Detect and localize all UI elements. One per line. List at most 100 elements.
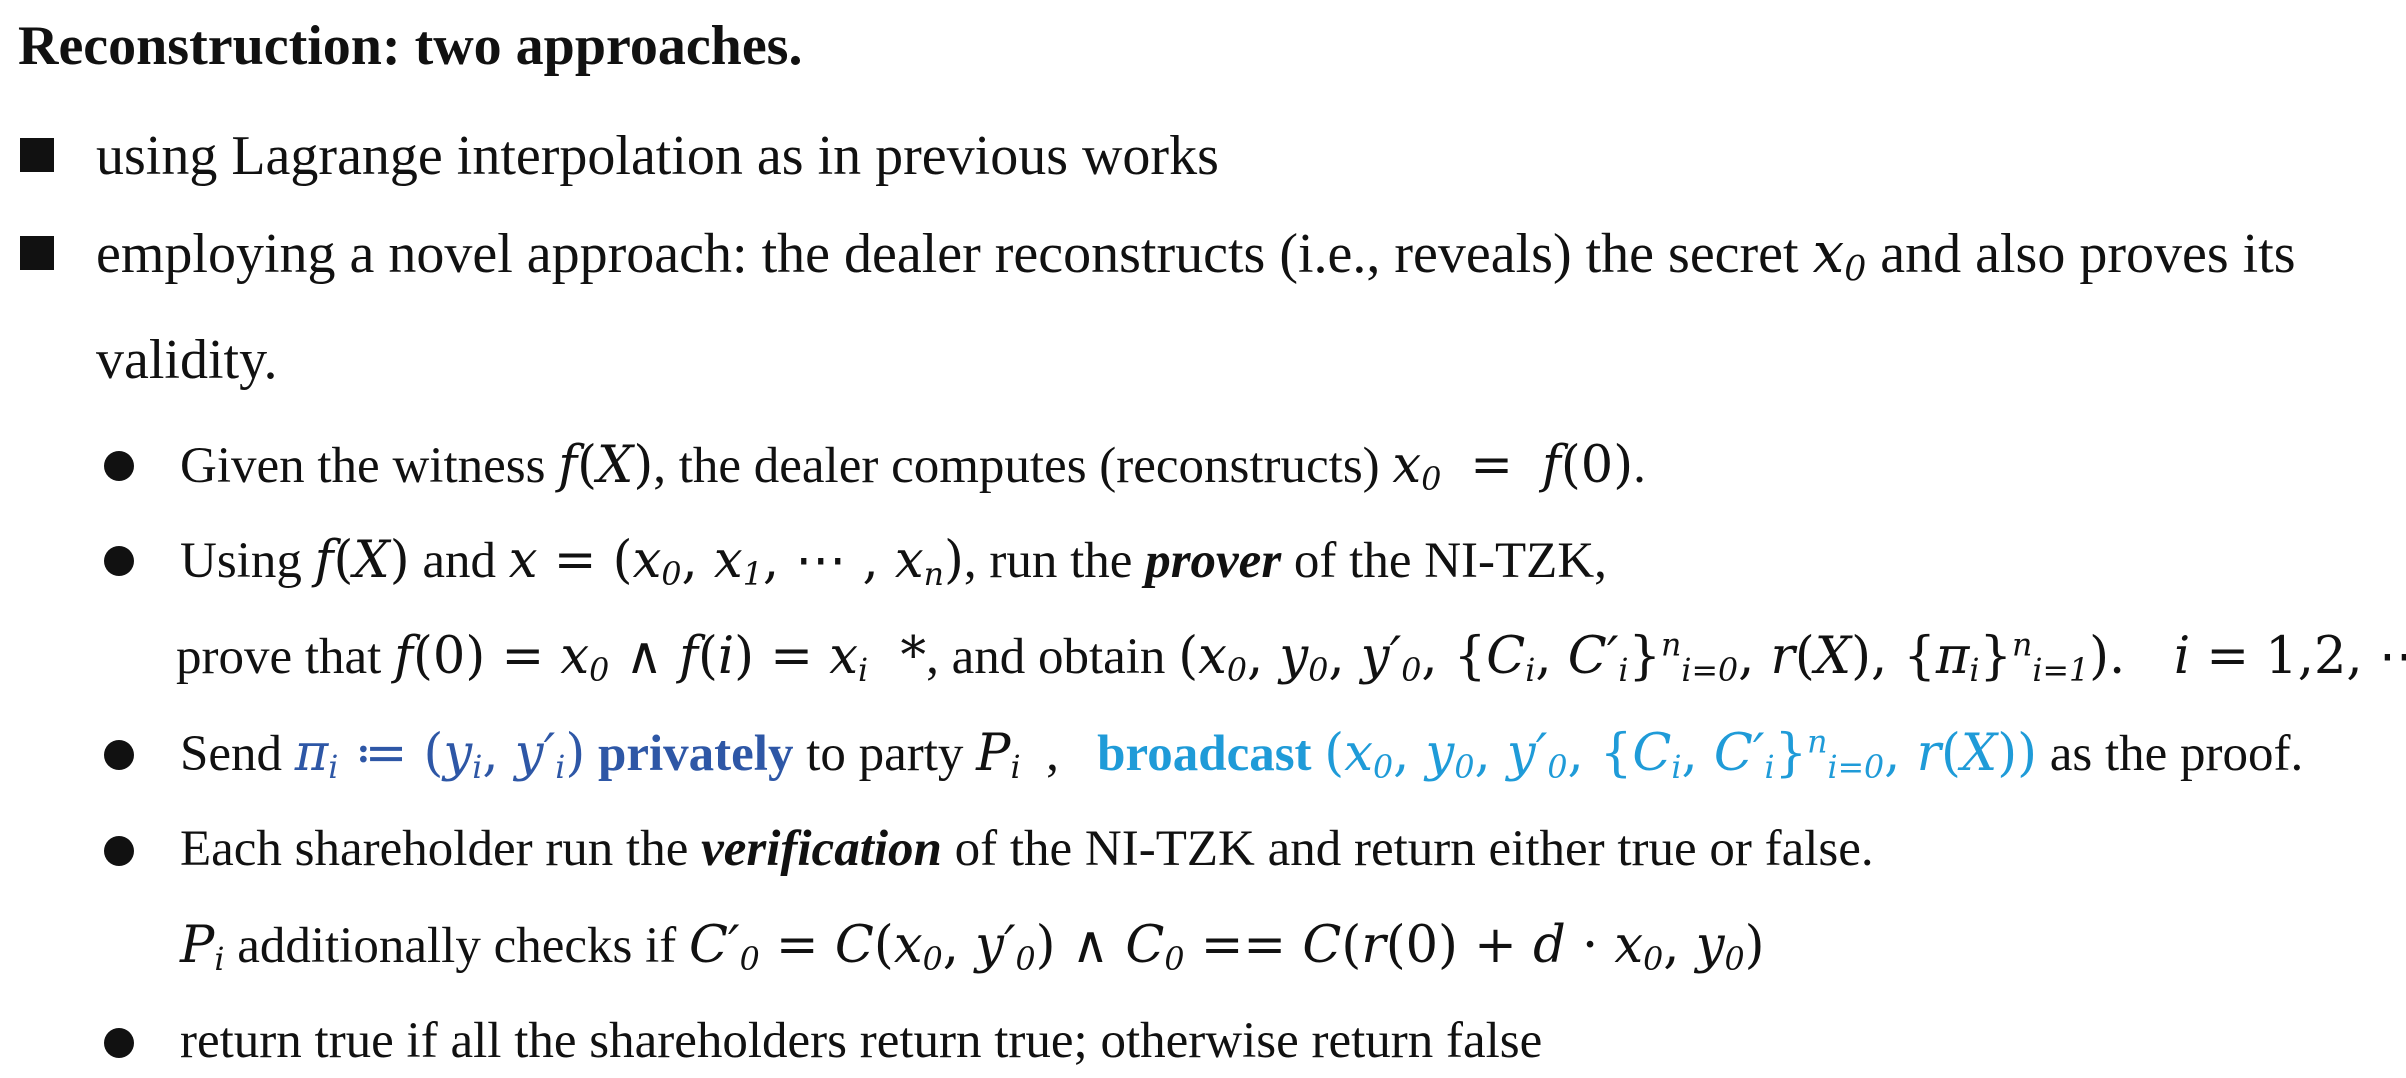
broadcast-label: broadcast [1097, 726, 1312, 782]
verification-label: verification [701, 821, 942, 877]
step-text: , the dealer computes (reconstructs) [653, 438, 1380, 494]
step-text: Each shareholder run the [180, 821, 689, 877]
math-comma: , [1738, 627, 1771, 686]
math-paren: ( [1341, 916, 1362, 975]
math-fi: f [679, 627, 698, 686]
math-range: i=0 [1681, 652, 1739, 689]
step-text: . [1633, 438, 1646, 494]
math-x0: x0 [1614, 916, 1664, 978]
math-fX: f [558, 436, 578, 495]
step-text: to party [806, 726, 964, 782]
math-comma: , [1328, 627, 1361, 686]
math-set: } [1628, 627, 1661, 686]
step-text: additionally checks if [237, 918, 677, 974]
math-set: ), { [1851, 627, 1936, 686]
math-x0: x0 [632, 531, 682, 593]
math-paren: ) [633, 436, 654, 495]
math-set: } [1979, 627, 2012, 686]
math-paren: ) [944, 531, 964, 590]
step-send-broadcast: Send πi ≔ (yi, y′i) privately to party P… [180, 724, 2304, 786]
round-bullet-icon [104, 836, 134, 866]
math-zero: (0) [1560, 436, 1634, 495]
math-paren: ) [1744, 916, 1765, 975]
math-star: * [868, 627, 927, 686]
math-statement: f [394, 627, 413, 686]
math-eq: = [759, 916, 835, 975]
approach-novel-line1: employing a novel approach: the dealer r… [96, 223, 2296, 288]
math-comma: , [1663, 916, 1696, 975]
round-bullet-icon [104, 740, 134, 770]
math-x0: x0 [1392, 436, 1442, 498]
step-text: of the NI-TZK, [1293, 533, 1607, 589]
math-paren: ). [2089, 627, 2174, 686]
math-paren: ) = [734, 627, 830, 686]
math-Pi: Pi [976, 724, 1021, 786]
math-eq: = ( [537, 531, 633, 590]
math-check: C′0 [688, 916, 760, 978]
math-comma: , [681, 531, 714, 590]
math-n: n [2012, 627, 2033, 664]
step-text: of the NI-TZK and return either true or … [954, 821, 1874, 877]
math-comma: , [942, 916, 976, 975]
math-C: C [1302, 916, 1342, 975]
math-set: , { [1421, 627, 1487, 686]
math-d: d [1533, 916, 1566, 975]
math-private-share: πi ≔ (yi, y′i) [294, 724, 586, 786]
math-dots: , ⋯ , [762, 531, 895, 590]
math-zero: (0) + [1385, 916, 1534, 975]
math-Cip: C′i [1567, 627, 1629, 689]
square-bullet-icon [20, 138, 54, 172]
math-paren: ( [333, 531, 354, 590]
step-text: and [422, 533, 497, 589]
square-bullet-icon [20, 236, 54, 270]
math-r: r [1361, 916, 1386, 975]
round-bullet-icon [104, 451, 134, 481]
math-x0: x0 [560, 627, 610, 689]
math-paren: ( [577, 436, 597, 495]
step-text: as the proof. [2049, 726, 2304, 782]
math-Pi: Pi [180, 916, 225, 978]
approach-novel-text-suffix: and also proves its [1880, 223, 2296, 285]
math-index-range: = 1,2, ⋯ , [2206, 627, 2406, 686]
math-f0: f [1541, 436, 1561, 495]
math-comma: , [1246, 627, 1280, 686]
math-range: i=1 [2032, 652, 2090, 689]
math-x0: x0 [1812, 221, 1867, 290]
math-comma: , [1535, 627, 1568, 686]
math-paren: ( [873, 916, 894, 975]
math-X: X [353, 531, 390, 590]
math-x0: x0 [1198, 627, 1247, 689]
math-i: i [717, 627, 735, 686]
math-pi: πi [1935, 627, 1980, 689]
math-x0: x0 [893, 916, 943, 978]
step-text: prove that [176, 629, 382, 685]
math-paren: ) [389, 531, 410, 590]
math-xn: xn [894, 531, 944, 593]
slide-title: Reconstruction: two approaches. [18, 15, 803, 77]
math-Ci: Ci [1486, 627, 1536, 689]
math-C: C [834, 916, 874, 975]
math-eqeq: == [1184, 916, 1303, 975]
slide: Reconstruction: two approaches. using La… [0, 0, 2406, 1078]
step-final-result: return true if all the shareholders retu… [180, 1013, 1543, 1069]
approach-novel-text: employing a novel approach: the dealer r… [96, 223, 1799, 285]
math-eq: = [1454, 436, 1530, 495]
math-y0: y0 [1279, 627, 1329, 689]
step-additional-check: Pi additionally checks if C′0 = C(x0, y′… [180, 918, 1765, 976]
math-n: n [1660, 627, 1682, 664]
round-bullet-icon [104, 1028, 134, 1058]
math-i: i [2173, 627, 2191, 686]
approach-novel-line2: validity. [96, 329, 278, 391]
step-text: , run the [963, 533, 1133, 589]
step-text: , and obtain [926, 629, 1166, 685]
math-proof-tuple: ( [1178, 627, 1199, 686]
math-x1: x1 [713, 531, 763, 593]
math-broadcast-tuple: (x0, y0, y′0, {Ci, C′i}ni=0, r(X)) [1324, 724, 2038, 786]
math-and: ∧ [609, 627, 680, 686]
prover-label: prover [1145, 533, 1282, 589]
math-zero: (0) = [413, 627, 561, 686]
math-dot: · [1565, 916, 1615, 975]
approach-lagrange: using Lagrange interpolation as in previ… [96, 125, 1219, 187]
step-text: Given the witness [180, 438, 546, 494]
math-paren: ( [1794, 627, 1815, 686]
